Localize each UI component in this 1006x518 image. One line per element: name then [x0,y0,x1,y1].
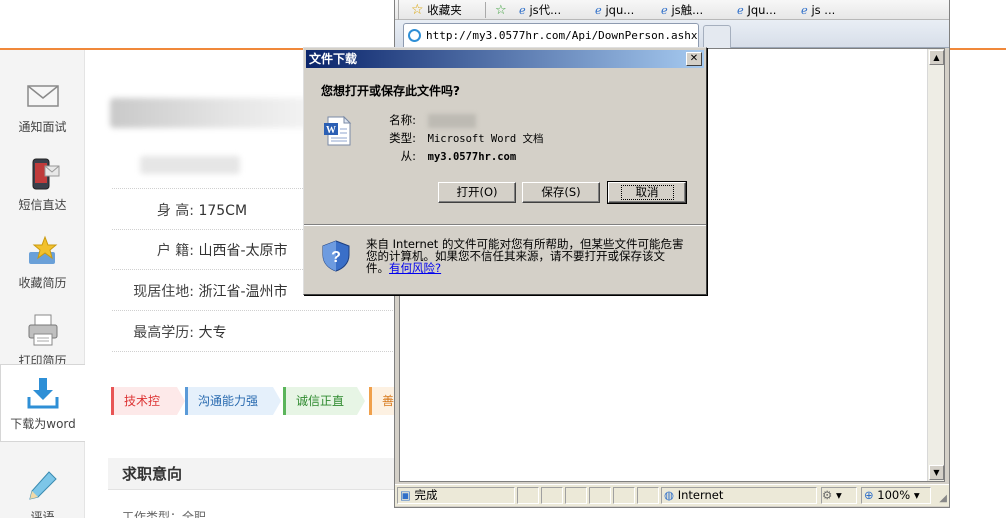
mobile-sms-icon [32,158,59,190]
pencil-icon [28,471,57,500]
globe-icon: ◍ [664,488,675,502]
fav-link[interactable]: ℯ jqu... [595,2,634,18]
shield-icon: ? [322,240,350,272]
skill-tag: 技术控 [111,387,177,415]
file-download-dialog: 文件下载 ✕ 您想打开或保存此文件吗? W 名称: 类型: Microsoft … [303,47,707,295]
close-icon[interactable]: ✕ [686,52,702,66]
window-edge [949,48,950,508]
info-value: 175CM [198,203,248,219]
info-key: 户 籍: [156,243,194,259]
sidebar-item-label: 下载为word [10,417,76,431]
sidebar-item-favorite[interactable]: 收藏简历 [0,224,85,302]
info-key: 身 高: [156,203,194,219]
fav-link[interactable]: ℯ js代... [519,2,561,18]
file-type-row: 类型: Microsoft Word 文档 [389,131,544,145]
star-icon: ☆ [411,2,424,18]
ie-page-icon: ℯ [801,3,808,17]
vertical-scrollbar[interactable]: ▲ ▼ [927,49,944,481]
sidebar-item-label: 短信直达 [18,198,67,212]
tag-arrow [177,387,185,415]
candidate-meta-blurred [140,156,240,174]
status-pane [637,487,659,504]
download-icon [27,378,59,409]
svg-text:?: ? [331,249,341,266]
divider [112,310,397,311]
loading-icon [408,29,421,42]
ie-page-icon: ℯ [661,3,668,17]
dialog-question: 您想打开或保存此文件吗? [321,84,460,98]
tab-download[interactable]: http://my3.0577hr.com/Api/DownPerson.ash… [403,23,699,48]
security-icon: ⚙ [822,488,833,502]
info-value: 浙江省-温州市 [198,284,288,300]
zoom-icon: ⊕ [864,488,874,502]
skill-tag: 沟通能力强 [185,387,273,415]
cancel-button[interactable]: 取消 [607,181,687,204]
sidebar-item-label: 评语 [30,510,55,518]
info-row-education: 最高学历: 大专 [112,322,397,342]
status-pane [589,487,611,504]
section-title-job-intention: 求职意向 [108,458,398,490]
status-pane [517,487,539,504]
zone-pane: ◍ Internet [661,487,817,504]
fav-link[interactable]: ℯ js触... [661,2,703,18]
file-name-blurred [427,113,476,128]
favorites-button[interactable]: ☆ 收藏夹 [411,2,462,18]
word-document-icon: W [324,115,352,146]
sidebar-item-label: 通知面试 [18,120,67,134]
tag-arrow [357,387,365,415]
ie-page-icon: ℯ [519,3,526,17]
tag-arrow [273,387,281,415]
page-done-icon: ▣ [400,488,411,502]
status-pane [541,487,563,504]
scroll-up-icon[interactable]: ▲ [929,50,944,65]
security-warning: 来自 Internet 的文件可能对您有所帮助，但某些文件可能危害您的计算机。如… [366,237,684,275]
info-value: 山西省-太原市 [198,243,288,259]
sidebar-item-label: 收藏简历 [18,276,67,290]
printer-icon [28,314,57,346]
file-source-row: 从: my3.0577hr.com [400,149,517,163]
risk-link[interactable]: 有何风险? [389,261,441,275]
sidebar-item-notify-interview[interactable]: 通知面试 [0,68,85,146]
info-key: 最高学历: [133,325,194,341]
status-pane [565,487,587,504]
candidate-name-blurred [110,98,310,128]
status-bar: ▣ 完成 ◍ Internet ⚙ ▾ ⊕ 100% ▾ ◢ [395,484,949,506]
favorites-bar: ☆ 收藏夹 ☆ ℯ js代... ℯ jqu... ℯ js触... ℯ Jqu… [395,0,949,20]
dialog-title-bar[interactable]: 文件下载 ✕ [306,50,704,68]
scroll-down-icon[interactable]: ▼ [929,465,944,480]
info-value: 大专 [198,325,227,341]
favorite-star-icon [28,235,57,264]
ie-page-icon: ℯ [737,3,744,17]
fav-link[interactable]: ℯ js ... [801,2,835,18]
ie-page-icon: ℯ [595,3,602,17]
add-favorite-icon[interactable]: ☆ [495,2,507,18]
zoom-button[interactable]: ⊕ 100% ▾ [861,487,931,504]
sidebar: 通知面试 短信直达 收藏简历 打印简历 下载为word 评语 [0,50,85,518]
divider [112,351,397,352]
protected-mode-button[interactable]: ⚙ ▾ [821,487,857,504]
envelope-icon [26,85,59,107]
sidebar-item-download-word[interactable]: 下载为word [0,364,85,442]
status-pane [613,487,635,504]
tab-bar: http://my3.0577hr.com/Api/DownPerson.ash… [395,20,949,48]
sidebar-item-sms[interactable]: 短信直达 [0,146,85,224]
sidebar-item-comment[interactable]: 评语 [0,458,85,518]
new-tab-button[interactable] [703,25,731,48]
status-text-pane: ▣ 完成 [397,487,515,504]
job-type-row: 工作类型：全职 [122,510,207,518]
dialog-separator [304,224,706,226]
save-button[interactable]: 保存(S) [522,182,600,203]
file-name-row: 名称: [374,112,476,128]
svg-text:W: W [326,125,336,136]
info-key: 现居住地: [133,284,194,300]
fav-link[interactable]: ℯ Jqu... [737,2,776,18]
skill-tag: 诚信正直 [283,387,357,415]
dialog-title: 文件下载 [309,52,358,66]
open-button[interactable]: 打开(O) [438,182,516,203]
resize-grip-icon[interactable]: ◢ [939,493,947,504]
